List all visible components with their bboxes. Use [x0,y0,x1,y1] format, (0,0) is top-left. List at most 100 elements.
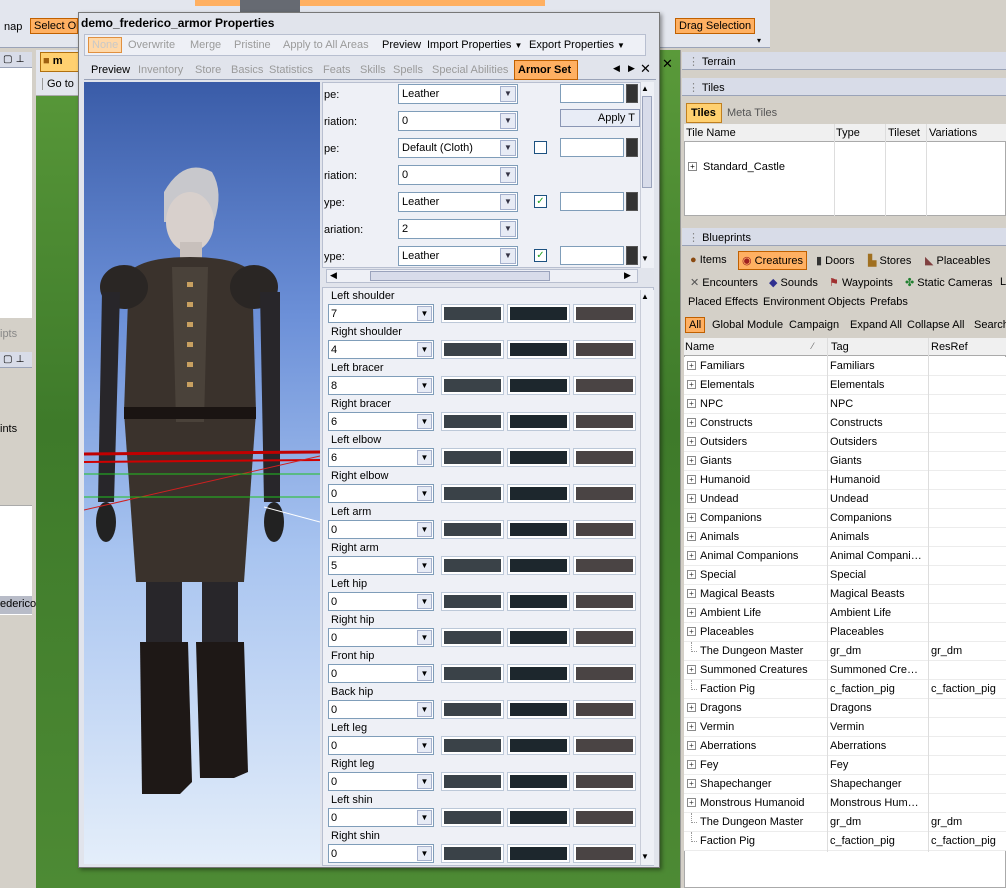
armor-piece-dropdown[interactable]: 0 ▼ [328,592,434,611]
armor-prop-dropdown[interactable]: 2 ▼ [398,219,518,239]
bp-filter-all[interactable]: All [685,317,706,333]
apply-button[interactable]: Apply T [560,109,640,127]
bp-tree-row[interactable]: + Humanoid Humanoid [684,471,1006,490]
armor-piece-dropdown[interactable]: 6 ▼ [328,448,434,467]
armor-tint-swatch[interactable] [441,700,504,719]
expand-plus-icon[interactable]: + [687,437,696,446]
tab-inventory[interactable]: Inventory [138,64,183,76]
armor-tint-swatch[interactable] [573,520,636,539]
armor-tint-swatch[interactable] [507,448,570,467]
bp-filter-campaign[interactable]: Campaign [789,319,839,331]
expand-plus-icon[interactable]: + [687,532,696,541]
goto-button[interactable]: Go to [42,78,74,90]
expand-plus-icon[interactable]: + [687,703,696,712]
scroll-up-icon[interactable]: ▲ [641,84,649,93]
hscroll-left-icon[interactable]: ◀ [330,270,337,281]
bp-tree-row[interactable]: + Constructs Constructs [684,414,1006,433]
bp-tree-row[interactable]: + Fey Fey [684,756,1006,775]
bp-tree-row[interactable]: + Giants Giants [684,452,1006,471]
tab-store[interactable]: Store [195,64,221,76]
tiles-col-name[interactable]: Tile Name [686,127,736,139]
armor-tint-swatch[interactable] [573,628,636,647]
armor-tint-swatch[interactable] [507,340,570,359]
armor-tint-swatch[interactable] [573,808,636,827]
armor-tint-swatch[interactable] [573,844,636,863]
tiles-col-variations[interactable]: Variations [929,127,977,139]
armor-tint-swatch[interactable] [441,484,504,503]
armor-piece-dropdown[interactable]: 0 ▼ [328,700,434,719]
expand-plus-icon[interactable]: + [687,418,696,427]
toolbar-overflow-icon[interactable]: ▾ [757,36,761,45]
color-picker-button[interactable] [626,138,638,157]
armor-tint-swatch[interactable] [441,448,504,467]
bp-tree-row[interactable]: + Ambient Life Ambient Life [684,604,1006,623]
color-picker-button[interactable] [626,84,638,103]
bp-cat-environment-objects[interactable]: Environment Objects [763,296,865,308]
expand-plus-icon[interactable]: + [687,665,696,674]
tiles-header[interactable]: ⋮ Tiles [682,78,1006,96]
expand-plus-icon[interactable]: + [687,494,696,503]
armor-tint-swatch[interactable] [573,736,636,755]
armor-tint-swatch[interactable] [441,844,504,863]
armor-piece-dropdown[interactable]: 0 ▼ [328,844,434,863]
armor-tint-swatch[interactable] [507,556,570,575]
armor-tint-swatch[interactable] [573,556,636,575]
pieces-vertical-scrollbar[interactable] [640,290,654,865]
armor-tint-swatch[interactable] [441,520,504,539]
tiles-tab-tiles[interactable]: Tiles [686,103,722,123]
scroll-thumb[interactable] [642,96,652,188]
expand-plus-icon[interactable]: + [687,513,696,522]
armor-tint-swatch[interactable] [507,808,570,827]
bp-tree-row[interactable]: + Elementals Elementals [684,376,1006,395]
bp-cat-placed-effects[interactable]: Placed Effects [688,296,758,308]
armor-tint-swatch[interactable] [573,340,636,359]
bp-tree-row[interactable]: + Undead Undead [684,490,1006,509]
nap-button[interactable]: nap [2,19,24,35]
armor-prop-dropdown[interactable]: Leather ▼ [398,192,518,212]
color-box[interactable] [560,84,624,103]
armor-prop-dropdown[interactable]: Leather ▼ [398,246,518,266]
tiles-col-type[interactable]: Type [836,127,860,139]
bp-tree-row[interactable]: Faction Pig c_faction_pig c_faction_pig [684,680,1006,699]
menu-none[interactable]: None [88,37,123,53]
armor-piece-dropdown[interactable]: 0 ▼ [328,664,434,683]
bp-tree-row[interactable]: + Familiars Familiars [684,357,1006,376]
armor-tint-swatch[interactable] [441,808,504,827]
armor-tint-swatch[interactable] [441,772,504,791]
armor-tint-swatch[interactable] [573,304,636,323]
bp-tree-row[interactable]: The Dungeon Master gr_dm gr_dm [684,813,1006,832]
expand-plus-icon[interactable]: + [687,570,696,579]
expand-plus-icon[interactable]: + [687,380,696,389]
armor-piece-dropdown[interactable]: 5 ▼ [328,556,434,575]
bp-tree-row[interactable]: + Companions Companions [684,509,1006,528]
armor-prop-dropdown[interactable]: Leather ▼ [398,84,518,104]
expand-plus-icon[interactable]: + [687,456,696,465]
bp-cat-stores[interactable]: ▙ Stores [868,254,911,267]
armor-prop-checkbox[interactable]: ✓ [534,249,547,262]
tab-armor-set[interactable]: Armor Set [514,60,578,80]
expand-plus-icon[interactable]: + [687,589,696,598]
pieces-scroll-up-icon[interactable]: ▲ [641,292,649,301]
armor-prop-dropdown[interactable]: 0 ▼ [398,111,518,131]
bp-tree-row[interactable]: + Vermin Vermin [684,718,1006,737]
armor-tint-swatch[interactable] [507,412,570,431]
tiles-col-tileset[interactable]: Tileset [888,127,920,139]
armor-tint-swatch[interactable] [573,484,636,503]
menu-apply-all-areas[interactable]: Apply to All Areas [283,39,369,51]
armor-piece-dropdown[interactable]: 0 ▼ [328,628,434,647]
armor-tint-swatch[interactable] [507,628,570,647]
tab-statistics[interactable]: Statistics [269,64,313,76]
armor-prop-checkbox[interactable] [534,141,547,154]
drag-selection-button[interactable]: Drag Selection [675,18,756,34]
expand-plus-icon[interactable]: + [687,627,696,636]
armor-prop-checkbox[interactable]: ✓ [534,195,547,208]
color-box[interactable] [560,192,624,211]
bp-cat-more[interactable]: L [1000,276,1006,288]
armor-piece-dropdown[interactable]: 0 ▼ [328,520,434,539]
tab-preview[interactable]: Preview [91,64,130,76]
bp-tree-row[interactable]: + Dragons Dragons [684,699,1006,718]
bp-search[interactable]: Search [974,319,1006,331]
bp-tree-row[interactable]: Faction Pig c_faction_pig c_faction_pig [684,832,1006,851]
bp-tree-row[interactable]: + Shapechanger Shapechanger [684,775,1006,794]
expand-plus-icon[interactable]: + [687,779,696,788]
